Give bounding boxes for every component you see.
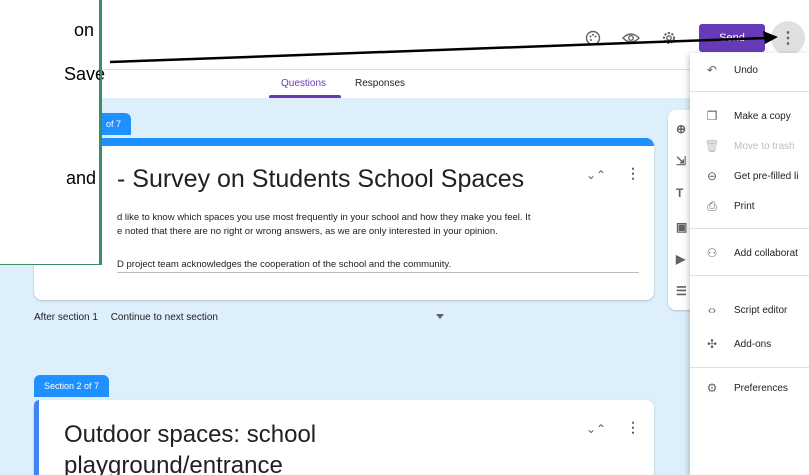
section-1-more-icon[interactable]: ⋮	[626, 165, 640, 182]
send-button[interactable]: Send	[699, 24, 765, 52]
link-icon: ⊖	[706, 169, 718, 183]
menu-item-label: Make a copy	[734, 110, 791, 122]
menu-item-label: Preferences	[734, 382, 788, 394]
form-tabs: Questions Responses	[0, 70, 809, 98]
menu-item-label: Move to trash	[734, 140, 795, 152]
person-settings-icon: ⚙	[706, 381, 718, 395]
menu-item-label: Get pre-filled li	[734, 170, 799, 182]
more-options-menu: ↶ Undo ❐ Make a copy 🗑 Move to trash ⊖ Get p…	[690, 53, 809, 475]
add-people-icon: ⚇	[706, 246, 718, 260]
after-section-row[interactable]: After section 1 Continue to next section	[34, 312, 218, 323]
palette-icon[interactable]	[580, 25, 606, 51]
import-questions-icon[interactable]: ⇲	[676, 154, 686, 168]
tab-questions[interactable]: Questions	[281, 78, 326, 89]
menu-item-label: Print	[734, 200, 755, 212]
section-1-desc-line1[interactable]: d like to know which spaces you use most…	[117, 212, 530, 223]
gear-icon[interactable]	[656, 25, 682, 51]
menu-item-print[interactable]: ⎙ Print	[690, 189, 809, 223]
section-2-title-line1[interactable]: Outdoor spaces: school	[64, 421, 316, 449]
form-toolbar: Send ⋮	[0, 0, 809, 70]
eye-icon[interactable]	[618, 25, 644, 51]
section-1-desc-line2[interactable]: e noted that there are no right or wrong…	[117, 226, 498, 237]
menu-item-move-to-trash: 🗑 Move to trash	[690, 129, 809, 163]
section-2-more-icon[interactable]: ⋮	[626, 419, 640, 436]
more-vert-icon[interactable]: ⋮	[771, 21, 805, 55]
menu-item-add-ons[interactable]: ✣ Add-ons	[690, 327, 809, 361]
section-2-active-bar	[34, 400, 39, 475]
desc-underline	[117, 272, 639, 273]
copy-icon: ❐	[706, 109, 718, 123]
callout-line-1: on	[74, 20, 95, 40]
section-2-tag: Section 2 of 7	[34, 375, 110, 397]
menu-item-preferences[interactable]: ⚙ Preferences	[690, 371, 809, 405]
trash-icon: 🗑	[704, 139, 720, 153]
add-question-icon[interactable]: ⊕	[676, 122, 686, 136]
menu-divider	[690, 228, 809, 229]
section-1-desc-line3[interactable]: D project team acknowledges the cooperat…	[117, 259, 451, 270]
section-2-title-line2[interactable]: playground/entrance	[64, 452, 283, 475]
menu-divider	[690, 367, 809, 368]
menu-divider	[690, 275, 809, 276]
section-1-title[interactable]: - Survey on Students School Spaces	[117, 165, 524, 194]
puzzle-icon: ✣	[706, 337, 718, 351]
add-video-icon[interactable]: ▶	[676, 252, 685, 266]
menu-item-label: Undo	[734, 64, 758, 76]
dropdown-arrow-icon[interactable]	[436, 314, 444, 319]
print-icon: ⎙	[707, 198, 717, 213]
add-section-icon[interactable]: ☰	[676, 284, 687, 298]
after-section-select[interactable]: Continue to next section	[111, 312, 218, 323]
menu-item-label: Add collaborat	[734, 247, 798, 259]
code-icon: ‹›	[708, 303, 716, 317]
menu-item-undo[interactable]: ↶ Undo	[690, 53, 809, 87]
menu-item-label: Script editor	[734, 304, 788, 316]
undo-icon: ↶	[706, 63, 718, 77]
callout-line-2: Save	[64, 64, 106, 84]
collapse-icon[interactable]: ⌄⌃	[586, 168, 606, 182]
add-image-icon[interactable]: ▣	[676, 220, 687, 234]
section-1-color-bar	[34, 138, 654, 146]
menu-item-prefilled-link[interactable]: ⊖ Get pre-filled li	[690, 159, 809, 193]
collapse-icon[interactable]: ⌄⌃	[586, 422, 606, 436]
menu-item-add-collaborators[interactable]: ⚇ Add collaborat	[690, 236, 809, 270]
tab-responses[interactable]: Responses	[355, 78, 405, 89]
menu-item-make-copy[interactable]: ❐ Make a copy	[690, 99, 809, 133]
after-section-label: After section 1	[34, 312, 98, 323]
menu-divider	[690, 91, 809, 92]
menu-item-script-editor[interactable]: ‹› Script editor	[690, 293, 809, 327]
annotation-callout: on Save and	[0, 0, 105, 265]
callout-line-3: and	[66, 168, 97, 188]
callout-border	[100, 0, 102, 265]
menu-item-label: Add-ons	[734, 338, 772, 350]
add-title-icon[interactable]: T	[676, 186, 683, 200]
